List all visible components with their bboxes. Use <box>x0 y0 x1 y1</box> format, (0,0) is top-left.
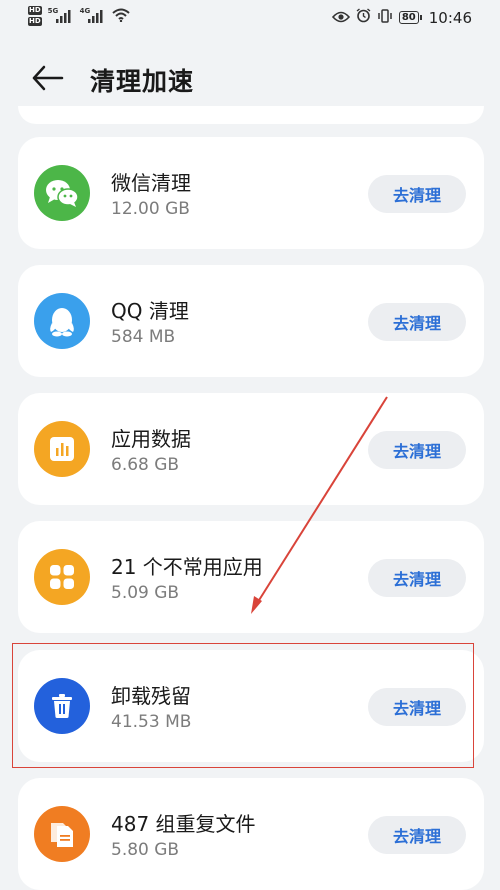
clean-item-duplicate-files[interactable]: 487 组重复文件 5.80 GB 去清理 <box>18 778 484 890</box>
wechat-icon <box>34 165 90 221</box>
clock: 10:46 <box>428 8 472 27</box>
clean-item-app-data[interactable]: 应用数据 6.68 GB 去清理 <box>18 393 484 505</box>
previous-card-edge <box>18 106 484 124</box>
battery-icon: 80 <box>398 11 422 24</box>
clean-button-unused-apps[interactable]: 去清理 <box>368 559 466 597</box>
clean-button-uninstall-residue[interactable]: 去清理 <box>368 688 466 726</box>
item-size: 5.09 GB <box>111 583 180 603</box>
wifi-icon <box>112 7 130 26</box>
signal-sim1-icon: 5G <box>48 7 74 25</box>
item-size: 584 MB <box>111 327 176 347</box>
item-size: 12.00 GB <box>111 199 190 219</box>
alarm-icon <box>356 8 371 27</box>
qq-penguin-icon <box>34 293 90 349</box>
clean-item-uninstall-residue[interactable]: 卸载残留 41.53 MB 去清理 <box>18 650 484 762</box>
item-name: 微信清理 <box>111 171 191 195</box>
bar-chart-icon <box>34 421 90 477</box>
signal-sim2-icon: 4G <box>80 7 106 25</box>
item-name: QQ 清理 <box>111 299 189 323</box>
trash-icon <box>34 678 90 734</box>
back-arrow-icon <box>32 65 64 91</box>
hd-indicators: HD HD <box>28 6 42 26</box>
hd-badge-1: HD <box>28 6 42 15</box>
clean-button-wechat[interactable]: 去清理 <box>368 175 466 213</box>
item-name: 应用数据 <box>111 427 191 451</box>
app-grid-icon <box>34 549 90 605</box>
clean-button-app-data[interactable]: 去清理 <box>368 431 466 469</box>
clean-button-qq[interactable]: 去清理 <box>368 303 466 341</box>
page-title: 清理加速 <box>90 67 195 96</box>
clean-item-unused-apps[interactable]: 21 个不常用应用 5.09 GB 去清理 <box>18 521 484 633</box>
item-size: 41.53 MB <box>111 712 192 732</box>
status-left: HD HD 5G 4G <box>28 6 130 26</box>
item-size: 5.80 GB <box>111 840 180 860</box>
clean-item-qq[interactable]: QQ 清理 584 MB 去清理 <box>18 265 484 377</box>
clean-button-duplicate-files[interactable]: 去清理 <box>368 816 466 854</box>
back-button[interactable] <box>30 60 70 96</box>
item-size: 6.68 GB <box>111 455 180 475</box>
hd-badge-2: HD <box>28 17 42 26</box>
item-name: 21 个不常用应用 <box>111 555 263 579</box>
clean-item-wechat[interactable]: 微信清理 12.00 GB 去清理 <box>18 137 484 249</box>
duplicate-files-icon <box>34 806 90 862</box>
eye-comfort-icon <box>331 9 350 27</box>
vibrate-icon <box>377 8 393 27</box>
item-name: 卸载残留 <box>111 684 191 708</box>
status-bar: HD HD 5G 4G 80 10:46 <box>0 0 500 36</box>
status-right: 80 10:46 <box>331 8 472 27</box>
item-name: 487 组重复文件 <box>111 812 256 836</box>
